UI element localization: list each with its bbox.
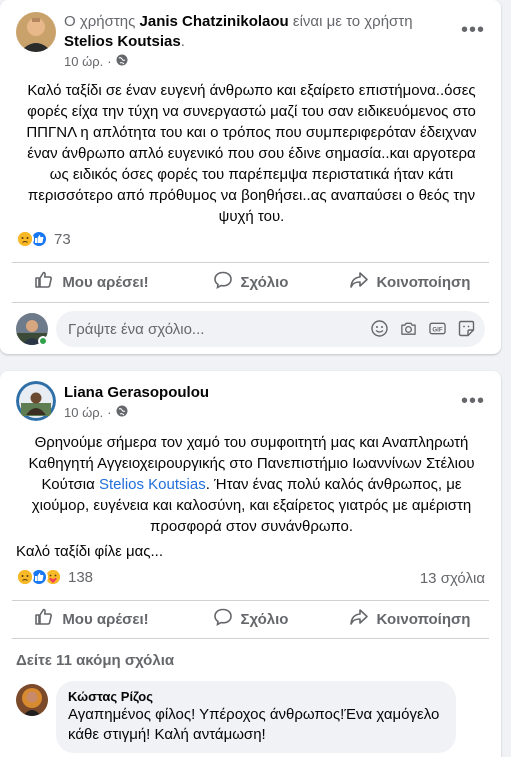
post-actions: Μου αρέσει! Σχόλιο Κοινοποίηση <box>12 601 489 637</box>
post-text: Θρηνούμε σήμερα τον χαμό του συμφοιτητή … <box>16 432 487 537</box>
reactions-summary[interactable]: 73 <box>16 230 71 248</box>
like-label: Μου αρέσει! <box>62 610 149 628</box>
divider <box>12 638 489 639</box>
comment-bubble: Κώστας Ρίζος Αγαπημένος φίλος! Υπέροχος … <box>56 681 456 753</box>
like-button[interactable]: Μου αρέσει! <box>12 264 171 300</box>
post-text: Καλό ταξίδι σε έναν ευγενή άνθρωπο και ε… <box>26 82 477 225</box>
share-button[interactable]: Κοινοποίηση <box>330 264 489 300</box>
comment-label: Σχόλιο <box>240 273 289 291</box>
avatar[interactable] <box>16 12 56 52</box>
header-suffix: . <box>180 33 185 50</box>
comment-button[interactable]: Σχόλιο <box>171 601 330 637</box>
tagged-user[interactable]: Stelios Koutsias <box>64 33 181 50</box>
globe-icon <box>116 54 128 69</box>
post-meta: 10 ώρ. · <box>64 54 128 69</box>
comments-count[interactable]: 13 σχόλια <box>420 570 485 587</box>
header-middle: είναι με το χρήστη <box>292 13 413 30</box>
post-card: Ο χρήστης Janis Chatzinikolaou είναι με … <box>0 0 501 354</box>
comment-tools: GIF <box>371 320 475 337</box>
like-label: Μου αρέσει! <box>62 273 149 291</box>
thumbs-up-icon <box>34 270 54 294</box>
comment-text: Αγαπημένος φίλος! Υπέροχος άνθρωπος!Ένα … <box>68 706 440 743</box>
comment-icon <box>213 270 233 294</box>
share-label: Κοινοποίηση <box>376 610 471 628</box>
comment-author[interactable]: Κώστας Ρίζος <box>68 689 444 705</box>
sad-reaction-icon <box>16 568 34 586</box>
author-name[interactable]: Janis Chatzinikolaou <box>140 13 289 30</box>
share-label: Κοινοποίηση <box>376 273 471 291</box>
svg-text:GIF: GIF <box>432 326 442 333</box>
tagged-user-link[interactable]: Stelios Koutsias <box>99 476 206 493</box>
more-icon[interactable]: ••• <box>459 387 487 415</box>
author-name[interactable]: Liana Gerasopoulou <box>64 384 209 401</box>
sticker-icon[interactable] <box>458 320 475 337</box>
post-header-text: Ο χρήστης Janis Chatzinikolaou είναι με … <box>64 12 449 52</box>
post-header: Liana Gerasopoulou 10 ώρ. · <box>16 381 489 425</box>
comment-composer: Γράψτε ένα σχόλιο... GIF <box>16 311 485 347</box>
share-button[interactable]: Κοινοποίηση <box>330 601 489 637</box>
thumbs-up-icon <box>34 607 54 631</box>
comment-button[interactable]: Σχόλιο <box>171 264 330 300</box>
view-more-comments-link[interactable]: Δείτε 11 ακόμη σχόλια <box>16 652 174 669</box>
more-icon[interactable]: ••• <box>459 16 487 44</box>
header-prefix: Ο χρήστης <box>64 13 136 30</box>
globe-icon <box>116 405 128 420</box>
reactions-summary[interactable]: 138 <box>16 568 93 586</box>
avatar[interactable] <box>16 381 56 421</box>
post-header-text: Liana Gerasopoulou <box>64 383 449 403</box>
emoji-icon[interactable] <box>371 320 388 337</box>
online-status-dot <box>38 336 48 346</box>
post-text-secondary: Καλό ταξίδι φίλε μας... <box>16 543 164 560</box>
like-button[interactable]: Μου αρέσει! <box>12 601 171 637</box>
comment-placeholder: Γράψτε ένα σχόλιο... <box>68 320 205 338</box>
divider <box>12 302 489 303</box>
comment-label: Σχόλιο <box>240 610 289 628</box>
sad-reaction-icon <box>16 230 34 248</box>
share-icon <box>349 270 369 294</box>
comment-icon <box>213 607 233 631</box>
reaction-count[interactable]: 73 <box>54 231 71 248</box>
post-header: Ο χρήστης Janis Chatzinikolaou είναι με … <box>16 12 489 69</box>
post-time[interactable]: 10 ώρ. <box>64 54 103 69</box>
divider <box>12 262 489 263</box>
reaction-count[interactable]: 138 <box>68 569 93 586</box>
post-card: Liana Gerasopoulou 10 ώρ. · ••• Θρηνούμε… <box>0 371 501 757</box>
post-time[interactable]: 10 ώρ. <box>64 405 103 420</box>
post-meta: 10 ώρ. · <box>64 405 128 420</box>
gif-icon[interactable]: GIF <box>429 320 446 337</box>
post-actions: Μου αρέσει! Σχόλιο Κοινοποίηση <box>12 264 489 300</box>
share-icon <box>349 607 369 631</box>
avatar[interactable] <box>16 684 48 716</box>
camera-icon[interactable] <box>400 320 417 337</box>
